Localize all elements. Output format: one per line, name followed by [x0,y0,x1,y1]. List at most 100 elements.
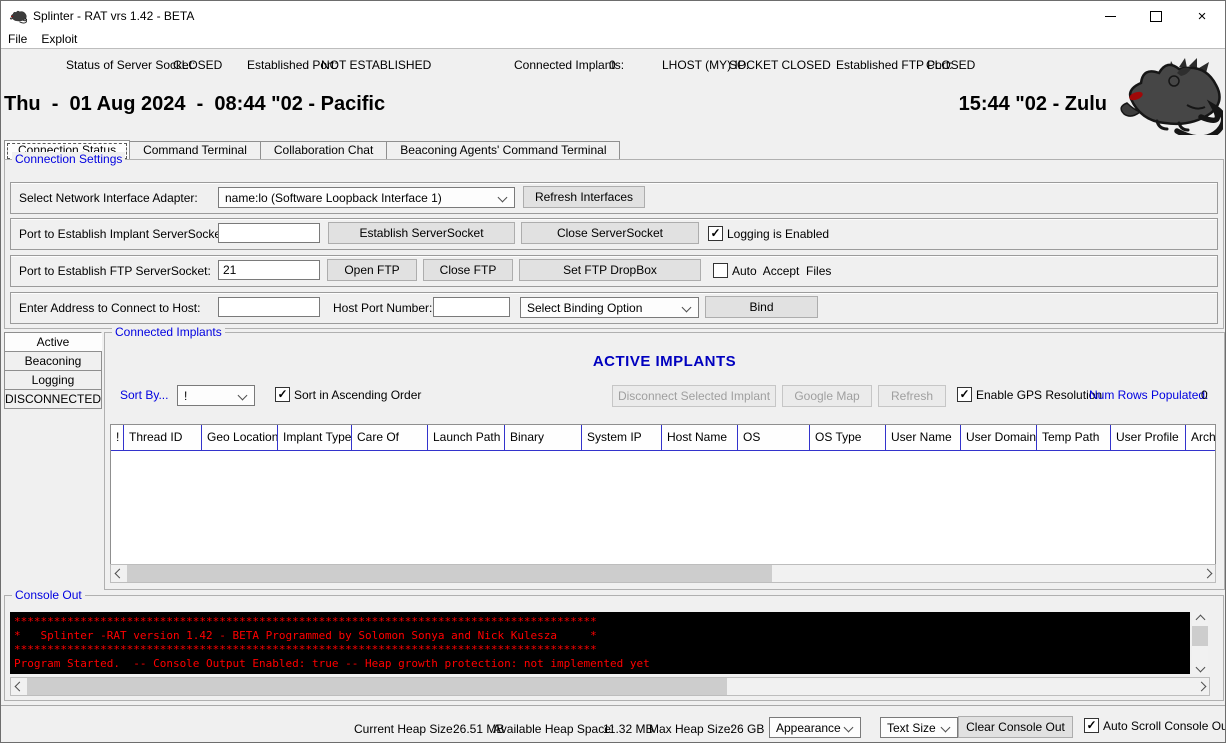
google-map-button[interactable]: Google Map [782,385,872,407]
avail-heap-value: 11.32 MB [603,722,653,736]
implants-table-header: !Thread IDGeo LocationImplant TypeCare O… [111,425,1215,451]
console-line: ****************************************… [14,615,1186,629]
column-header-architecture[interactable]: Architecture [1186,425,1216,451]
chevron-down-icon [844,723,854,733]
appearance-select[interactable]: Appearance [769,717,861,738]
refresh-button[interactable]: Refresh [878,385,946,407]
adapter-select[interactable]: name:lo (Software Loopback Interface 1) [218,187,515,208]
column-header-user-name[interactable]: User Name [886,425,961,451]
sort-by-select[interactable]: ! [177,385,255,406]
column-header-temp-path[interactable]: Temp Path [1037,425,1111,451]
host-port-input[interactable] [433,297,510,317]
host-address-input[interactable] [218,297,320,317]
sort-ascending-checkbox[interactable]: ✓ [275,387,290,402]
menu-item-file[interactable]: File [1,31,34,48]
side-tab-active[interactable]: Active [4,332,102,352]
close-ftp-button[interactable]: Close FTP [423,259,513,281]
connected-implants-group: Connected Implants ACTIVE IMPLANTS Sort … [104,332,1225,590]
connection-settings-group: Connection Settings Select Network Inter… [4,159,1224,329]
disconnect-implant-button[interactable]: Disconnect Selected Implant [612,385,776,407]
checkmark-icon: ✓ [277,389,287,400]
scrollbar-thumb[interactable] [127,565,772,582]
implants-table-hscrollbar[interactable] [110,564,1216,583]
column-header-geo-location[interactable]: Geo Location [202,425,278,451]
ftp-port-input[interactable] [218,260,320,280]
window-title: Splinter - RAT vrs 1.42 - BETA [33,9,194,23]
implant-port-input[interactable] [218,223,320,243]
scroll-left-icon[interactable] [111,565,127,582]
column-header-care-of[interactable]: Care Of [352,425,428,451]
appearance-selected-value: Appearance [776,721,841,735]
gps-resolution-checkbox[interactable]: ✓ [957,387,972,402]
chevron-down-icon [238,391,248,401]
zulu-time: 15:44 "02 - Zulu [959,93,1107,116]
establish-serversocket-button[interactable]: Establish ServerSocket [328,222,515,244]
text-size-selected-value: Text Size [887,721,936,735]
checkmark-icon: ✓ [959,389,969,400]
chevron-down-icon [682,303,692,313]
adapter-selected-value: name:lo (Software Loopback Interface 1) [225,191,442,205]
column-header-system-ip[interactable]: System IP [582,425,662,451]
column-header-binary[interactable]: Binary [505,425,582,451]
column-header-os-type[interactable]: OS Type [810,425,886,451]
set-ftp-dropbox-button[interactable]: Set FTP DropBox [519,259,701,281]
column-header-user-domain[interactable]: User Domain [961,425,1037,451]
bind-button[interactable]: Bind [705,296,818,318]
auto-accept-files-checkbox[interactable]: ✓ [713,263,728,278]
tab-collaboration-chat[interactable]: Collaboration Chat [261,141,387,160]
console-output: ****************************************… [10,612,1190,674]
implant-view-tabs: ActiveBeaconingLoggingDISCONNECTED [4,333,102,409]
implants-table: !Thread IDGeo LocationImplant TypeCare O… [110,424,1216,566]
column-header-thread-id[interactable]: Thread ID [124,425,202,451]
checkmark-icon: ✓ [1086,720,1096,731]
maximize-icon[interactable] [1133,1,1179,31]
status-value: CLOSED [173,58,222,72]
logging-enabled-checkbox[interactable]: ✓ [708,226,723,241]
tab-beaconing-agents-command-terminal[interactable]: Beaconing Agents' Command Terminal [387,141,620,160]
scroll-up-icon[interactable] [1192,612,1208,626]
auto-accept-files-label: Auto Accept Files [732,264,831,278]
close-serversocket-button[interactable]: Close ServerSocket [521,222,699,244]
sort-selected-value: ! [184,389,187,403]
app-window: Splinter - RAT vrs 1.42 - BETA × FileExp… [0,0,1226,743]
auto-scroll-checkbox[interactable]: ✓ [1084,718,1099,733]
scroll-right-icon[interactable] [1199,565,1215,582]
column-header-user-profile[interactable]: User Profile [1111,425,1186,451]
open-ftp-button[interactable]: Open FTP [327,259,417,281]
console-vscrollbar[interactable] [1192,612,1208,674]
minimize-icon[interactable] [1087,1,1133,31]
chevron-down-icon [498,193,508,203]
column-header-host-name[interactable]: Host Name [662,425,738,451]
adapter-row: Select Network Interface Adapter: name:l… [10,182,1218,214]
column-header--[interactable]: ! [111,425,124,451]
scroll-left-icon[interactable] [11,678,27,695]
side-tab-beaconing[interactable]: Beaconing [4,351,102,371]
clear-console-button[interactable]: Clear Console Out [958,716,1073,738]
side-tab-logging[interactable]: Logging [4,370,102,390]
tab-command-terminal[interactable]: Command Terminal [130,141,261,160]
column-header-implant-type[interactable]: Implant Type [278,425,352,451]
console-hscrollbar[interactable] [10,677,1210,696]
host-address-label: Enter Address to Connect to Host: [19,301,200,315]
text-size-select[interactable]: Text Size [880,717,958,738]
side-tab-disconnected[interactable]: DISCONNECTED [4,389,102,409]
heap-size-label: Current Heap Size: [354,722,456,736]
window-controls: × [1087,1,1225,31]
scrollbar-thumb[interactable] [1192,626,1208,646]
column-header-os[interactable]: OS [738,425,810,451]
scroll-down-icon[interactable] [1192,660,1208,674]
refresh-interfaces-button[interactable]: Refresh Interfaces [523,186,645,208]
scroll-right-icon[interactable] [1193,678,1209,695]
ftp-port-row: Port to Establish FTP ServerSocket: Open… [10,255,1218,287]
column-header-launch-path[interactable]: Launch Path [428,425,505,451]
close-icon[interactable]: × [1179,1,1225,31]
num-rows-label: Num Rows Populated: [1089,388,1208,402]
menu-item-exploit[interactable]: Exploit [34,31,84,48]
active-implants-heading: ACTIVE IMPLANTS [105,353,1224,370]
title-bar: Splinter - RAT vrs 1.42 - BETA × [1,1,1225,31]
scrollbar-thumb[interactable] [27,678,727,695]
binding-option-select[interactable]: Select Binding Option [520,297,699,318]
avail-heap-label: Available Heap Space: [493,722,614,736]
ftp-port-label: Port to Establish FTP ServerSocket: [19,264,211,278]
server-status-bar: Status of Server Socket:CLOSEDEstablishe… [1,49,1225,69]
